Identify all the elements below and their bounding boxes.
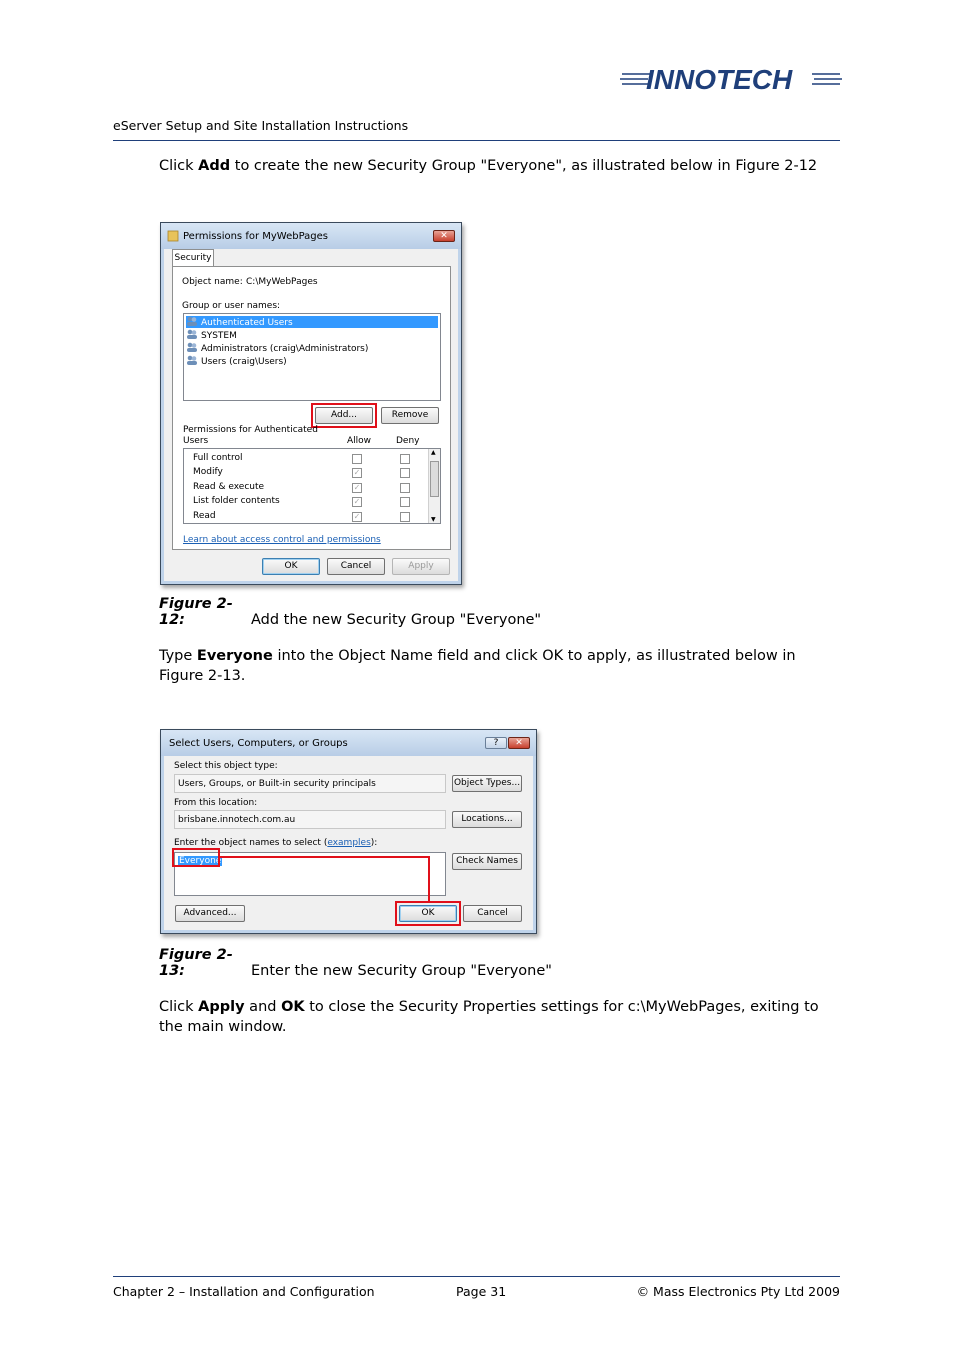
cancel-button[interactable]: Cancel [327, 558, 385, 575]
help-button[interactable]: ? [485, 737, 507, 749]
figure-label: Figure 2-12: [159, 596, 233, 628]
permissions-dialog: Permissions for MyWebPages ✕ Security Ob… [160, 222, 462, 585]
list-item[interactable]: Authenticated Users [186, 316, 438, 328]
permission-row-label: Full control [193, 453, 243, 463]
examples-link[interactable]: examples [327, 838, 370, 848]
scrollbar-thumb[interactable] [430, 461, 439, 497]
object-name-label: Object name: [182, 277, 243, 287]
instruction-paragraph-1: Click Add to create the new Security Gro… [159, 158, 818, 174]
location-field: brisbane.innotech.com.au [174, 810, 446, 829]
ok-button[interactable]: OK [262, 558, 320, 575]
scrollbar[interactable]: ▲ ▼ [428, 449, 440, 523]
allow-checkbox[interactable]: ✓ [352, 468, 362, 478]
scroll-down-icon[interactable]: ▼ [431, 516, 436, 523]
remove-button[interactable]: Remove [381, 407, 439, 424]
permissions-dialog-body: Security Object name: C:\MyWebPages Grou… [164, 249, 458, 581]
list-item[interactable]: SYSTEM [186, 329, 438, 341]
permission-row-label: Read [193, 511, 216, 521]
object-type-field: Users, Groups, or Built-in security prin… [174, 774, 446, 793]
header-rule [113, 140, 840, 141]
deny-checkbox[interactable] [400, 483, 410, 493]
allow-header: Allow [347, 436, 372, 446]
scroll-up-icon[interactable]: ▲ [431, 449, 436, 456]
locations-button[interactable]: Locations... [452, 811, 522, 828]
permissions-label-user: Users [183, 436, 209, 446]
users-icon [186, 342, 198, 352]
allow-checkbox[interactable]: ✓ [352, 483, 362, 493]
permission-row-label: Modify [193, 467, 223, 477]
allow-checkbox[interactable]: ✓ [352, 512, 362, 522]
permissions-dialog-titlebar: Permissions for MyWebPages ✕ [161, 223, 461, 249]
instruction-paragraph-3: Click Apply and OK to close the Security… [159, 999, 819, 1035]
instruction-paragraph-2: Type Everyone into the Object Name field… [159, 648, 796, 684]
footer-page-number: Page 31 [456, 1284, 507, 1299]
permission-row-label: Read & execute [193, 482, 265, 492]
location-label: From this location: [174, 798, 258, 808]
add-highlight-box [311, 403, 377, 428]
connector-line [428, 856, 430, 902]
tab-security[interactable]: Security [172, 249, 214, 267]
close-button[interactable]: ✕ [433, 230, 455, 242]
deny-checkbox[interactable] [400, 512, 410, 522]
everyone-highlight-box [172, 848, 220, 867]
object-types-button[interactable]: Object Types... [452, 775, 522, 792]
deny-checkbox[interactable] [400, 497, 410, 507]
permission-row-label: List folder contents [193, 496, 280, 506]
cancel-button[interactable]: Cancel [463, 905, 522, 922]
learn-access-link[interactable]: Learn about access control and permissio… [183, 535, 381, 545]
figure-text: Enter the new Security Group "Everyone" [251, 963, 552, 979]
figure-text: Add the new Security Group "Everyone" [251, 612, 542, 628]
footer-copyright: © Mass Electronics Pty Ltd 2009 [636, 1284, 840, 1299]
check-names-button[interactable]: Check Names [452, 853, 522, 870]
select-users-titlebar: Select Users, Computers, or Groups ? ✕ [161, 730, 536, 756]
deny-header: Deny [396, 436, 420, 446]
list-item[interactable]: Users (craig\Users) [186, 355, 438, 367]
users-listbox[interactable]: Authenticated Users SYSTEM Administrator… [183, 313, 441, 401]
folder-icon [167, 230, 179, 242]
footer-rule [113, 1276, 840, 1277]
select-users-body: Select this object type: Users, Groups, … [164, 756, 533, 930]
users-icon [186, 329, 198, 339]
object-type-label: Select this object type: [174, 761, 278, 771]
figure-caption-1: Figure 2-12: Add the new Security Group "… [159, 596, 541, 628]
document-title: eServer Setup and Site Installation Inst… [113, 118, 409, 133]
deny-checkbox[interactable] [400, 468, 410, 478]
group-label: Group or user names: [182, 301, 281, 311]
innotech-logo: INNOTECH [620, 64, 842, 95]
permissions-label: Permissions for Authenticated [183, 425, 318, 435]
figure-label: Figure 2-13: [159, 947, 233, 979]
footer-chapter: Chapter 2 – Installation and Configurati… [113, 1284, 375, 1299]
apply-button[interactable]: Apply [392, 558, 450, 575]
enter-names-label: Enter the object names to select (exampl… [174, 838, 378, 848]
allow-checkbox[interactable] [352, 454, 362, 464]
connector-line [220, 856, 430, 858]
users-icon [186, 316, 198, 326]
object-name-value: C:\MyWebPages [246, 277, 318, 287]
select-users-title: Select Users, Computers, or Groups [169, 738, 348, 749]
select-users-dialog: Select Users, Computers, or Groups ? ✕ S… [160, 729, 537, 934]
advanced-button[interactable]: Advanced... [175, 905, 245, 922]
list-item[interactable]: Administrators (craig\Administrators) [186, 342, 438, 354]
permissions-dialog-title: Permissions for MyWebPages [183, 231, 329, 242]
ok-highlight-box [395, 901, 461, 926]
figure-caption-2: Figure 2-13: Enter the new Security Group… [159, 947, 552, 979]
deny-checkbox[interactable] [400, 454, 410, 464]
allow-checkbox[interactable]: ✓ [352, 497, 362, 507]
logo-text: INNOTECH [646, 64, 793, 94]
close-button[interactable]: ✕ [508, 737, 530, 749]
users-icon [186, 355, 198, 365]
